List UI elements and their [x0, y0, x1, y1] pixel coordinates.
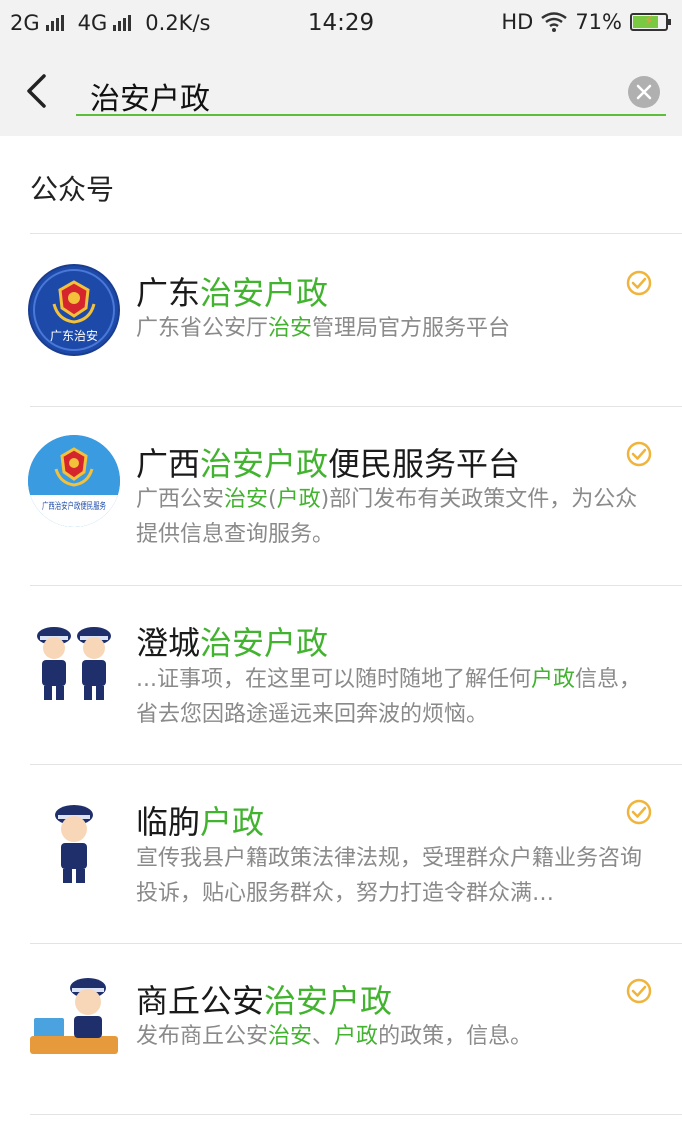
result-description: ...证事项，在这里可以随时随地了解任何户政信息，省去您因路途遥远来回奔波的烦恼…	[136, 667, 642, 727]
result-item-chengcheng[interactable]: 澄城治安户政 ...证事项，在这里可以随时随地了解任何户政信息，省去您因路途遥远…	[0, 586, 682, 764]
section-title: 公众号	[30, 173, 115, 206]
verified-check-icon	[626, 441, 652, 467]
clear-search-icon[interactable]	[628, 76, 660, 108]
result-description: 发布商丘公安治安、户政的政策，信息。	[136, 1024, 533, 1049]
avatar: 广东治安	[28, 264, 120, 356]
police-badge-icon: 广西治安户政便民服务	[28, 435, 120, 527]
police-cartoon-icon	[28, 795, 120, 887]
result-title: 商丘公安治安户政	[136, 982, 393, 1020]
result-item-guangxi[interactable]: 广西治安户政便民服务 广西治安户政便民服务平台 广西公安治安(户政)部门发布有关…	[0, 407, 682, 585]
battery-percent: 71%	[575, 10, 622, 34]
result-item-guangdong[interactable]: 广东治安 广东治安户政 广东省公安厅治安管理局官方服务平台	[0, 234, 682, 406]
result-item-linqu[interactable]: 临朐户政 宣传我县户籍政策法律法规，受理群众户籍业务咨询投诉，贴心服务群众，努力…	[0, 765, 682, 943]
avatar-label: 广西治安户政便民服务	[42, 500, 106, 512]
avatar: 广西治安户政便民服务	[28, 435, 120, 527]
police-cartoon-icon	[28, 614, 120, 706]
avatar	[28, 970, 120, 1062]
status-right: HD 71% ⚡	[501, 10, 671, 34]
verified-check-icon	[626, 270, 652, 296]
search-query: 治安户政	[90, 82, 210, 117]
search-bar: 治安户政	[0, 48, 682, 136]
result-title: 临朐户政	[136, 803, 265, 841]
status-bar: 2G 4G 0.2K/s 14:29 HD 71% ⚡	[0, 0, 682, 48]
verified-check-icon	[626, 978, 652, 1004]
avatar-label: 广东治安	[50, 328, 98, 343]
result-title: 广东治安户政	[136, 274, 329, 312]
result-item-shangqiu[interactable]: 商丘公安治安户政 发布商丘公安治安、户政的政策，信息。	[0, 944, 682, 1116]
result-description: 广东省公安厅治安管理局官方服务平台	[136, 316, 511, 341]
police-cartoon-icon	[28, 970, 120, 1062]
battery-icon: ⚡	[630, 13, 671, 31]
back-arrow-icon[interactable]	[22, 73, 52, 109]
search-input[interactable]: 治安户政	[76, 68, 666, 117]
result-description: 宣传我县户籍政策法律法规，受理群众户籍业务咨询投诉，贴心服务群众，努力打造令群众…	[136, 846, 643, 906]
verified-check-icon	[626, 799, 652, 825]
wifi-icon	[541, 12, 568, 32]
result-title: 广西治安户政便民服务平台	[136, 445, 521, 483]
police-badge-icon: 广东治安	[30, 266, 118, 354]
result-title: 澄城治安户政	[136, 624, 329, 662]
result-description: 广西公安治安(户政)部门发布有关政策文件，为公众提供信息查询服务。	[136, 487, 638, 547]
hd-label: HD	[501, 10, 534, 34]
avatar	[28, 614, 120, 706]
divider	[30, 1114, 682, 1115]
avatar	[28, 795, 120, 887]
